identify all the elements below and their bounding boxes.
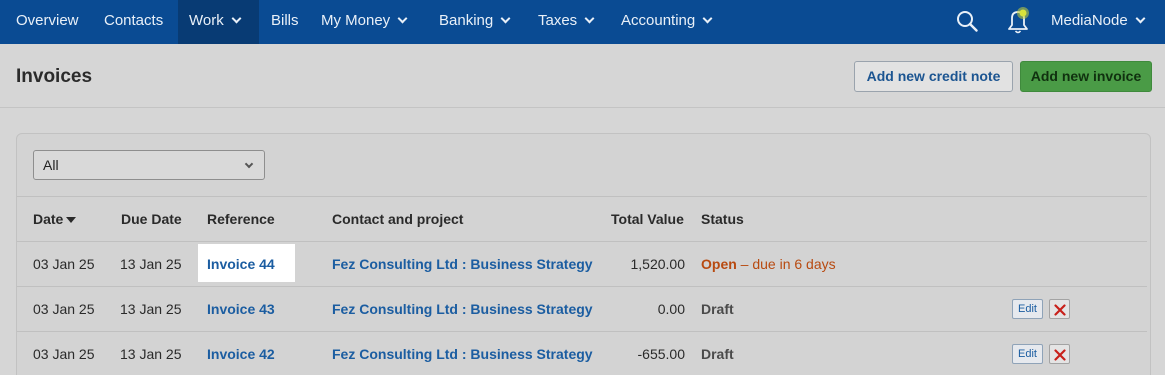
invoice-link[interactable]: Invoice 44 <box>207 256 275 272</box>
sort-desc-icon <box>66 217 77 223</box>
row-total: 1,520.00 <box>630 256 686 272</box>
nav-banking-label: Banking <box>439 12 494 29</box>
edit-button[interactable]: Edit <box>1012 299 1043 319</box>
row-status: Open – due in 6 days <box>701 256 836 272</box>
chevron-down-icon <box>584 13 595 24</box>
nav-banking[interactable]: Banking <box>439 0 511 44</box>
chevron-down-icon <box>231 13 242 24</box>
column-header-contact[interactable]: Contact and project <box>332 211 463 227</box>
row-total: -655.00 <box>637 346 685 362</box>
status-label: Open <box>701 256 737 272</box>
divider <box>17 286 1147 287</box>
delete-button[interactable] <box>1049 299 1070 319</box>
nav-overview-label: Overview <box>16 12 79 29</box>
status-label: Draft <box>701 346 734 362</box>
row-date: 03 Jan 25 <box>33 256 95 272</box>
chevron-down-icon <box>702 13 713 24</box>
nav-overview[interactable]: Overview <box>16 0 79 44</box>
chevron-down-icon <box>397 13 408 24</box>
status-label: Draft <box>701 301 734 317</box>
bell-icon[interactable] <box>1003 4 1033 36</box>
divider <box>17 196 1147 197</box>
add-credit-note-button[interactable]: Add new credit note <box>854 61 1013 92</box>
contact-project-link[interactable]: Fez Consulting Ltd : Business Strategy <box>332 301 593 317</box>
status-filter-select[interactable]: All <box>33 150 265 180</box>
chevron-down-icon <box>244 159 254 169</box>
divider <box>17 241 1147 242</box>
nav-work[interactable]: Work <box>178 0 259 44</box>
column-header-reference[interactable]: Reference <box>207 211 275 227</box>
status-filter-value: All <box>43 157 59 173</box>
column-header-status[interactable]: Status <box>701 211 744 227</box>
row-date: 03 Jan 25 <box>33 301 95 317</box>
row-total: 0.00 <box>657 301 685 317</box>
add-invoice-button[interactable]: Add new invoice <box>1020 61 1152 92</box>
status-detail: – due in 6 days <box>736 256 836 272</box>
invoice-link[interactable]: Invoice 43 <box>207 301 275 317</box>
nav-taxes-label: Taxes <box>538 12 578 29</box>
header-date-label: Date <box>33 211 64 227</box>
column-header-date[interactable]: Date <box>33 211 77 227</box>
account-name: MediaNode <box>1051 12 1128 29</box>
column-header-total[interactable]: Total Value <box>611 211 684 227</box>
row-due-date: 13 Jan 25 <box>120 256 182 272</box>
nav-bills[interactable]: Bills <box>271 0 299 44</box>
delete-icon <box>1054 304 1066 316</box>
account-menu[interactable]: MediaNode <box>1051 0 1146 42</box>
column-header-due-date[interactable]: Due Date <box>121 211 182 227</box>
contact-project-link[interactable]: Fez Consulting Ltd : Business Strategy <box>332 256 593 272</box>
search-icon[interactable] <box>956 10 978 32</box>
nav-contacts-label: Contacts <box>104 12 164 29</box>
divider <box>17 331 1147 332</box>
nav-my-money[interactable]: My Money <box>321 0 408 44</box>
row-due-date: 13 Jan 25 <box>120 346 182 362</box>
edit-button[interactable]: Edit <box>1012 344 1043 364</box>
nav-bills-label: Bills <box>271 12 299 29</box>
top-navigation: Overview Contacts Work Bills My Money Ba… <box>0 0 1165 44</box>
nav-accounting-label: Accounting <box>621 12 696 29</box>
nav-my-money-label: My Money <box>321 12 391 29</box>
nav-accounting[interactable]: Accounting <box>621 0 713 44</box>
row-date: 03 Jan 25 <box>33 346 95 362</box>
chevron-down-icon <box>1135 13 1146 24</box>
delete-button[interactable] <box>1049 344 1070 364</box>
nav-contacts[interactable]: Contacts <box>104 0 163 44</box>
contact-project-link[interactable]: Fez Consulting Ltd : Business Strategy <box>332 346 593 362</box>
page-title: Invoices <box>16 66 93 87</box>
nav-work-label: Work <box>189 12 224 29</box>
nav-taxes[interactable]: Taxes <box>538 0 595 44</box>
chevron-down-icon <box>500 13 511 24</box>
row-due-date: 13 Jan 25 <box>120 301 182 317</box>
invoice-link[interactable]: Invoice 42 <box>207 346 275 362</box>
delete-icon <box>1054 349 1066 361</box>
